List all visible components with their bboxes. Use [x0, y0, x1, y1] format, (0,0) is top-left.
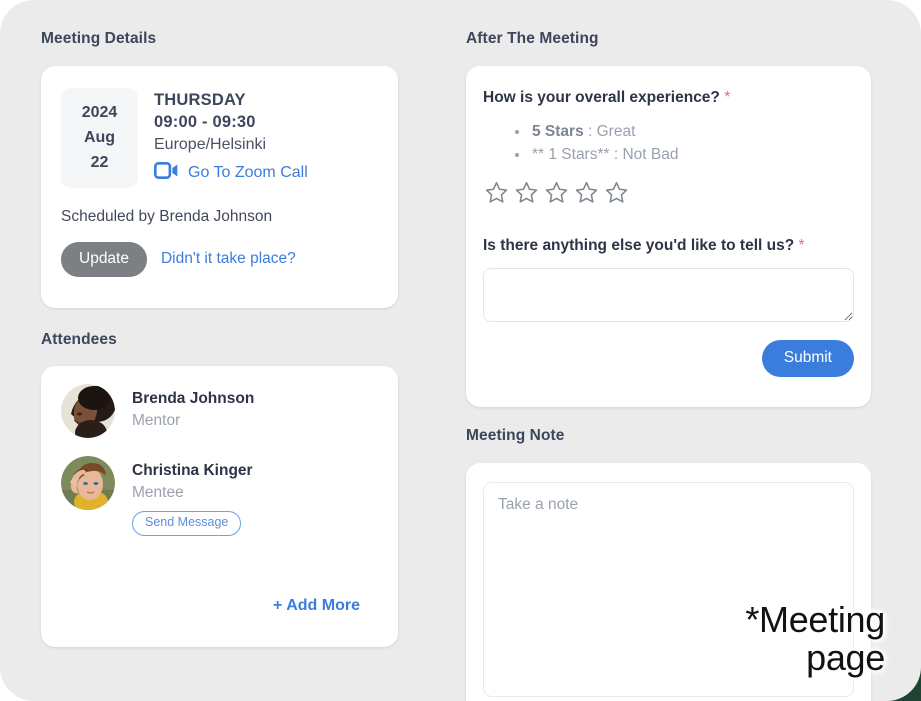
didnt-it-take-place-link[interactable]: Didn't it take place?: [161, 250, 296, 268]
star-outline-icon[interactable]: [484, 180, 509, 210]
scheduled-by-text: Scheduled by Brenda Johnson: [61, 208, 273, 225]
avatar: [61, 384, 115, 438]
date-chip: 2024 Aug 22: [61, 88, 138, 188]
attendee-role: Mentor: [132, 411, 181, 429]
list-item: Brenda Johnson Mentor: [61, 384, 378, 438]
update-button[interactable]: Update: [61, 242, 147, 277]
attendee-info: Brenda Johnson Mentor: [132, 384, 254, 432]
attendee-name: Brenda Johnson: [132, 390, 255, 407]
star-outline-icon[interactable]: [514, 180, 539, 210]
feedback-textarea[interactable]: [483, 268, 854, 323]
send-message-button[interactable]: Send Message: [132, 511, 242, 537]
date-chip-day: 22: [90, 154, 109, 171]
date-chip-year: 2024: [81, 104, 118, 121]
video-camera-icon: [153, 162, 179, 184]
page-root: Meeting Details 2024 Aug 22 THURSDAY 09:…: [0, 0, 921, 701]
meeting-note-section-title: Meeting Note: [466, 427, 565, 444]
feedback-question-text: Is there anything else you'd like to tel…: [483, 237, 795, 255]
feedback-question: Is there anything else you'd like to tel…: [483, 236, 854, 256]
meeting-timezone: Europe/Helsinki: [154, 135, 267, 153]
avatar: [61, 456, 115, 510]
meeting-details-section-title: Meeting Details: [41, 30, 157, 47]
attendee-info: Christina Kinger Mentee Send Message: [132, 456, 253, 537]
meeting-time-range: 09:00 - 09:30: [154, 112, 256, 131]
meeting-note-textarea[interactable]: [483, 482, 854, 697]
submit-row: Submit: [483, 340, 854, 377]
required-marker: *: [798, 237, 805, 255]
star-rating-widget[interactable]: [484, 180, 854, 210]
add-more-attendees-link[interactable]: + Add More: [273, 597, 378, 631]
list-item: Christina Kinger Mentee Send Message: [61, 456, 378, 537]
meeting-actions-row: Update Didn't it take place?: [61, 242, 378, 277]
after-the-meeting-card: How is your overall experience? * 5 Star…: [466, 66, 871, 407]
overall-experience-question-text: How is your overall experience?: [483, 89, 720, 106]
zoom-call-row[interactable]: Go To Zoom Call: [153, 162, 308, 184]
go-to-zoom-call-link[interactable]: Go To Zoom Call: [188, 164, 308, 182]
meeting-details-row: 2024 Aug 22 THURSDAY 09:00 - 09:30 Europ…: [61, 88, 378, 188]
app-surface: Meeting Details 2024 Aug 22 THURSDAY 09:…: [0, 0, 921, 701]
legend-bold-part: 5 Stars: [532, 123, 584, 141]
attendees-section-title: Attendees: [41, 331, 117, 348]
after-the-meeting-section-title: After The Meeting: [466, 30, 599, 47]
overall-experience-question: How is your overall experience? *: [483, 88, 854, 108]
attendee-role: Mentee: [132, 483, 184, 501]
required-marker: *: [724, 89, 731, 106]
attendees-card: Brenda Johnson Mentor Christina Kinger M…: [41, 366, 398, 647]
legend-rest-part: ** 1 Stars** : Not Bad: [532, 145, 679, 163]
rating-legend-list: 5 Stars : Great ** 1 Stars** : Not Bad: [483, 121, 854, 166]
meeting-details-card: 2024 Aug 22 THURSDAY 09:00 - 09:30 Europ…: [41, 66, 398, 308]
meeting-note-card: [466, 463, 871, 701]
meeting-time-info: THURSDAY 09:00 - 09:30 Europe/Helsinki G…: [153, 88, 308, 184]
meeting-weekday: THURSDAY: [154, 91, 246, 109]
list-item: ** 1 Stars** : Not Bad: [530, 144, 854, 166]
attendee-name: Christina Kinger: [132, 462, 253, 479]
star-outline-icon[interactable]: [544, 180, 569, 210]
star-outline-icon[interactable]: [604, 180, 629, 210]
star-outline-icon[interactable]: [574, 180, 599, 210]
submit-button[interactable]: Submit: [761, 340, 854, 377]
date-chip-month: Aug: [83, 129, 116, 146]
legend-rest-part: : Great: [583, 123, 636, 141]
list-item: 5 Stars : Great: [530, 121, 854, 143]
